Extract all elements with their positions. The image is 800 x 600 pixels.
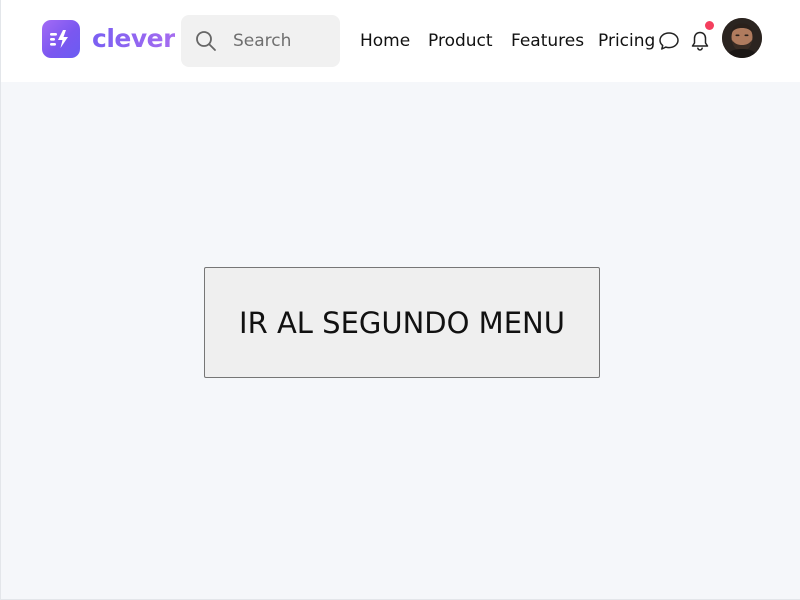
nav-link-features[interactable]: Features	[511, 30, 584, 52]
search-icon	[195, 30, 217, 52]
brand-name: clever	[92, 20, 175, 58]
bell-icon[interactable]	[690, 30, 710, 57]
nav-link-home[interactable]: Home	[360, 30, 410, 52]
lightning-bolt-icon	[42, 20, 80, 58]
go-to-second-menu-button[interactable]: IR AL SEGUNDO MENU	[204, 267, 600, 378]
nav-link-product[interactable]: Product	[428, 30, 493, 52]
search-box[interactable]	[181, 15, 340, 67]
notification-badge	[705, 21, 714, 30]
nav-link-pricing[interactable]: Pricing	[598, 30, 655, 52]
brand-logo-link[interactable]: clever	[42, 20, 175, 58]
search-input[interactable]	[233, 15, 333, 67]
chat-bubble-icon[interactable]	[658, 31, 680, 56]
top-navbar: clever Home Product Features Pricing	[1, 0, 800, 82]
avatar[interactable]	[722, 18, 762, 58]
